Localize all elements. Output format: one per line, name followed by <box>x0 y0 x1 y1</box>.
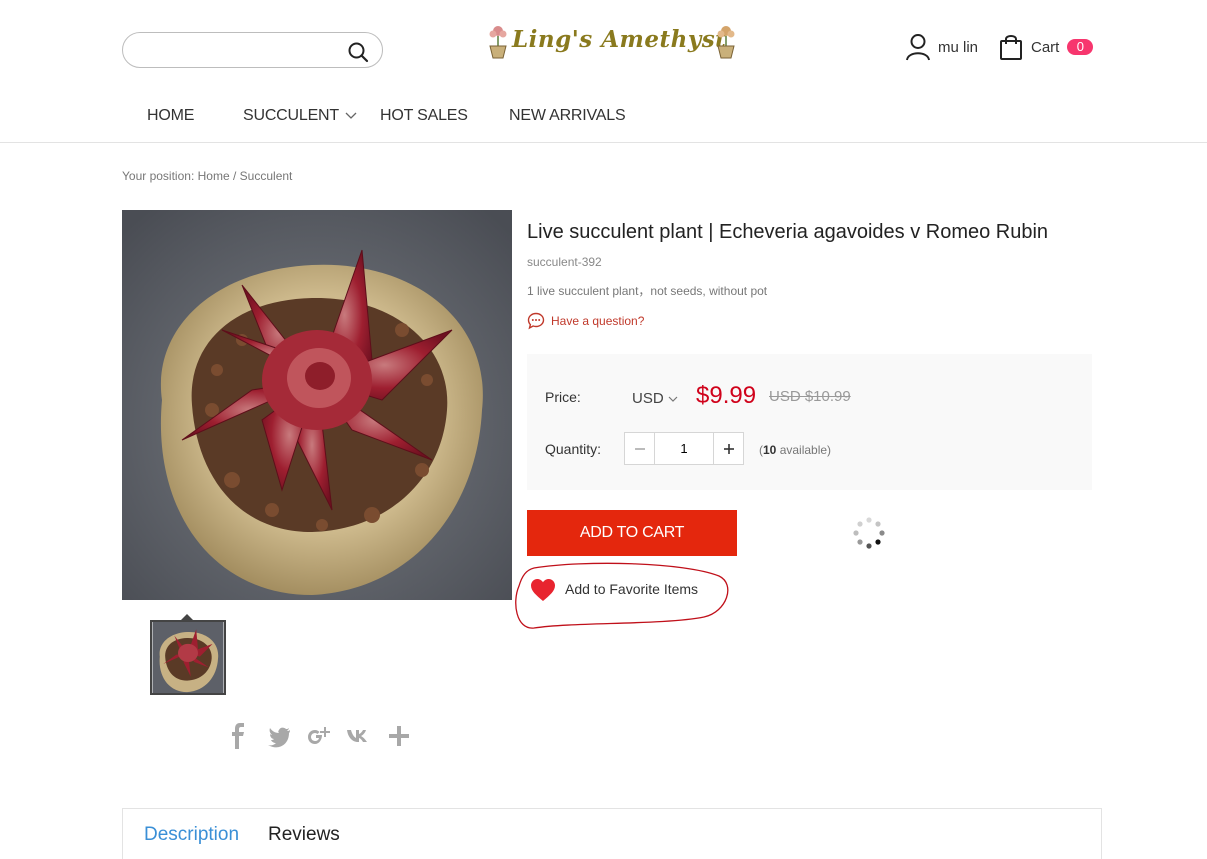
minus-icon <box>634 447 645 450</box>
loading-spinner-icon <box>853 517 885 549</box>
search-icon[interactable] <box>347 41 369 63</box>
product-tabs: Description Reviews <box>122 808 1102 859</box>
cart-link[interactable]: Cart 0 <box>999 33 1094 61</box>
heart-icon <box>531 579 555 601</box>
plus-icon <box>723 443 734 454</box>
add-to-favorites-label: Add to Favorite Items <box>565 581 699 597</box>
nav-item-succulent[interactable]: SUCCULENT <box>243 107 357 125</box>
cart-count-badge: 0 <box>1067 39 1094 55</box>
chevron-down-icon <box>345 112 357 119</box>
add-to-favorites[interactable]: Add to Favorite Items <box>514 562 730 630</box>
original-price: USD $10.99 <box>769 388 851 405</box>
available-stock: (10 available) <box>759 443 831 457</box>
currency-value: USD <box>632 390 664 407</box>
tab-description[interactable]: Description <box>144 824 239 846</box>
user-name: mu lin <box>938 38 979 56</box>
share-links <box>226 722 412 750</box>
search-input[interactable] <box>137 41 337 61</box>
have-a-question-link[interactable]: Have a question? <box>527 312 644 330</box>
quantity-stepper <box>624 432 744 465</box>
breadcrumb-separator: / <box>232 169 237 183</box>
nav-item-home[interactable]: HOME <box>147 107 194 125</box>
price-label: Price: <box>545 389 581 405</box>
tab-reviews[interactable]: Reviews <box>268 824 340 846</box>
potted-plant-icon <box>717 26 735 59</box>
breadcrumb: Your position: Home / Succulent <box>122 169 292 183</box>
breadcrumb-prefix: Your position: <box>122 169 195 183</box>
available-text: available) <box>776 443 832 457</box>
have-a-question-label: Have a question? <box>551 314 645 328</box>
site-logo[interactable]: Ling's Amethyst <box>485 20 740 64</box>
product-sku: succulent-392 <box>527 255 602 269</box>
nav-item-new-arrivals[interactable]: NEW ARRIVALS <box>509 107 626 125</box>
search-box[interactable] <box>122 32 383 68</box>
breadcrumb-home[interactable]: Home <box>198 169 230 183</box>
add-to-cart-button[interactable]: ADD TO CART <box>527 510 737 556</box>
breadcrumb-succulent[interactable]: Succulent <box>240 169 293 183</box>
logo-text: Ling's Amethyst <box>512 26 727 53</box>
chat-bubble-icon <box>527 312 545 330</box>
user-icon <box>906 34 930 61</box>
succulent-thumbnail-image <box>152 622 224 693</box>
account-link[interactable]: mu lin <box>905 33 978 61</box>
product-thumbnail[interactable] <box>150 620 226 695</box>
increase-quantity-button[interactable] <box>713 433 743 464</box>
google-plus-icon[interactable] <box>306 722 332 750</box>
cart-label: Cart <box>1031 38 1060 56</box>
product-main-image[interactable] <box>122 210 512 600</box>
potted-plant-icon <box>489 26 507 59</box>
vk-icon[interactable] <box>346 722 372 750</box>
product-short-description: 1 live succulent plant，not seeds, withou… <box>527 284 768 298</box>
nav-item-label: SUCCULENT <box>243 107 339 124</box>
current-price: $9.99 <box>696 382 757 409</box>
shopping-bag-icon <box>1000 35 1022 60</box>
quantity-label: Quantity: <box>545 441 602 457</box>
twitter-icon[interactable] <box>266 722 292 750</box>
facebook-icon[interactable] <box>226 722 252 750</box>
product-title: Live succulent plant | Echeveria agavoid… <box>527 221 1049 243</box>
currency-select[interactable]: USD <box>632 390 678 407</box>
price-panel: Price: USD $9.99 USD $10.99 Quantity: (1… <box>527 354 1092 490</box>
chevron-down-icon <box>668 396 678 402</box>
main-nav: HOME SUCCULENT HOT SALES NEW ARRIVALS <box>0 95 1207 143</box>
quantity-input[interactable] <box>655 433 713 464</box>
decrease-quantity-button[interactable] <box>625 433 655 464</box>
succulent-photo <box>122 210 512 600</box>
plus-icon[interactable] <box>386 722 412 750</box>
available-count: 10 <box>763 443 777 457</box>
nav-item-hot-sales[interactable]: HOT SALES <box>380 107 468 125</box>
